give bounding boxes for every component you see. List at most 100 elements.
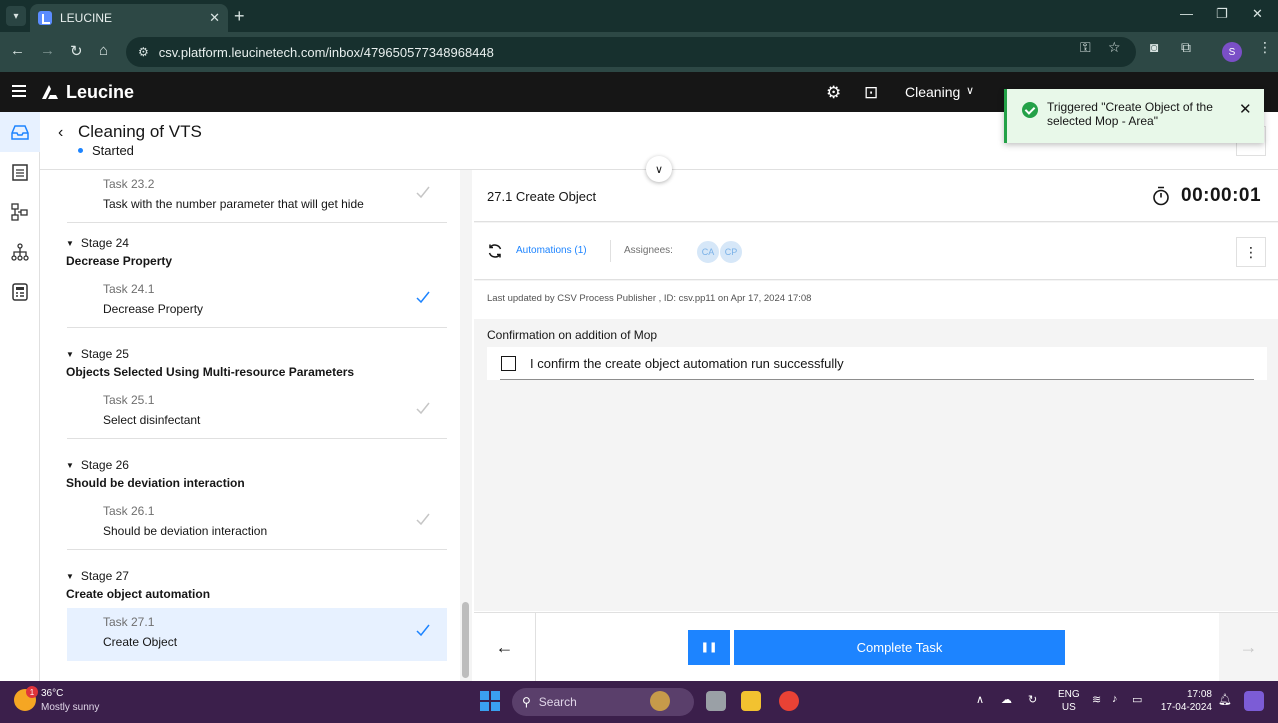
region-code: US xyxy=(1061,702,1076,713)
task-number: Task 24.1 xyxy=(103,282,155,296)
system-clock[interactable]: 17:08 17-04-2024 xyxy=(1160,688,1212,714)
task-list-scrollbar[interactable] xyxy=(460,170,472,681)
windows-taskbar: 1 36°C Mostly sunny ⚲ Search ∧ ☁ ↻ ENG U… xyxy=(0,681,1278,723)
restore-icon[interactable]: ❐ xyxy=(1216,6,1228,22)
notification-bell-icon[interactable]: 🔔︎ xyxy=(1218,693,1232,706)
pause-task-button[interactable]: ❚❚ xyxy=(688,630,730,665)
task-name: Select disinfectant xyxy=(103,413,201,427)
minimize-icon[interactable]: — xyxy=(1180,6,1193,21)
task-complete-check-icon xyxy=(416,291,430,304)
tab-close-icon[interactable]: ✕ xyxy=(209,10,220,26)
reload-icon[interactable]: ↻ xyxy=(70,42,83,60)
scan-icon[interactable]: ⊡ xyxy=(864,83,878,103)
task-complete-check-icon xyxy=(416,402,430,415)
weather-temperature[interactable]: 36°C xyxy=(41,688,63,699)
browser-menu-icon[interactable]: ⋮ xyxy=(1258,39,1272,56)
task-complete-check-icon xyxy=(416,186,430,199)
stage-header[interactable]: ▼ Stage 25 Objects Selected Using Multi-r… xyxy=(66,347,354,379)
workflow-nav-icon[interactable] xyxy=(0,192,40,232)
stage-header[interactable]: ▼ Stage 24 Decrease Property xyxy=(66,236,172,268)
collapse-header-chevron-icon[interactable]: ∨ xyxy=(646,156,672,182)
copilot-icon[interactable] xyxy=(1244,691,1264,711)
file-explorer-icon[interactable] xyxy=(741,691,761,711)
stage-description: Objects Selected Using Multi-resource Pa… xyxy=(66,365,355,379)
taskbar-search-text: Search xyxy=(538,695,577,709)
new-tab-icon[interactable]: + xyxy=(234,6,245,27)
automation-sync-icon xyxy=(488,244,502,258)
assignees-label: Assignees: xyxy=(624,245,673,256)
hierarchy-nav-icon[interactable] xyxy=(0,232,40,272)
stage-collapse-triangle-icon[interactable]: ▼ xyxy=(66,239,74,248)
assignee-avatar[interactable]: CP xyxy=(719,240,743,264)
home-icon[interactable]: ⌂ xyxy=(99,42,108,59)
previous-task-arrow-icon[interactable]: ← xyxy=(474,613,536,681)
chrome-icon[interactable] xyxy=(779,691,799,711)
confirmation-checkbox-label[interactable]: I confirm the create object automation r… xyxy=(530,356,844,371)
toast-close-icon[interactable]: ✕ xyxy=(1239,100,1252,118)
task-detail-panel: 27.1 Create Object 00:00:01 Automations … xyxy=(474,170,1278,611)
job-status-text: Started xyxy=(92,143,134,158)
automations-link[interactable]: Automations (1) xyxy=(516,245,587,256)
task-row[interactable]: Task 26.1 Should be deviation interactio… xyxy=(67,497,447,550)
extensions-icon[interactable]: ⧉ xyxy=(1181,39,1191,56)
last-updated-text: Last updated by CSV Process Publisher , … xyxy=(487,293,812,304)
task-row[interactable]: Task 25.1 Select disinfectant xyxy=(67,386,447,439)
bookmark-star-icon[interactable]: ☆ xyxy=(1108,39,1121,56)
stage-task-list: Task 23.2 Task with the number parameter… xyxy=(40,170,460,681)
camera-extension-icon[interactable]: ◙ xyxy=(1150,39,1158,55)
hamburger-menu-icon[interactable] xyxy=(12,85,26,97)
windows-start-icon[interactable] xyxy=(480,691,500,711)
task-view-icon[interactable] xyxy=(706,691,726,711)
address-bar[interactable]: ⚙ csv.platform.leucinetech.com/inbox/479… xyxy=(126,37,1136,67)
scrollbar-thumb[interactable] xyxy=(462,602,469,678)
calculator-nav-icon[interactable] xyxy=(0,272,40,312)
success-check-icon xyxy=(1022,102,1038,118)
volume-icon[interactable]: ♪ xyxy=(1112,693,1118,705)
sync-icon[interactable]: ↻ xyxy=(1028,693,1037,706)
stage-header[interactable]: ▼ Stage 27 Create object automation xyxy=(66,569,210,601)
task-more-options-icon[interactable]: ⋮ xyxy=(1236,237,1266,267)
stage-description: Should be deviation interaction xyxy=(66,476,245,490)
next-task-arrow-icon[interactable]: → xyxy=(1219,613,1278,681)
stage-collapse-triangle-icon[interactable]: ▼ xyxy=(66,350,74,359)
stage-header[interactable]: ▼ Stage 26 Should be deviation interactio… xyxy=(66,458,245,490)
success-toast: Triggered "Create Object of the selected… xyxy=(1004,89,1264,143)
wifi-icon[interactable]: ≋ xyxy=(1092,693,1101,706)
chevron-down-icon[interactable]: ∨ xyxy=(966,84,974,97)
task-name: Decrease Property xyxy=(103,302,204,316)
task-row[interactable]: Task 24.1 Decrease Property xyxy=(67,275,447,328)
profile-avatar[interactable]: S xyxy=(1222,42,1242,62)
settings-gear-icon[interactable]: ⚙ xyxy=(826,83,841,103)
battery-icon[interactable]: ▭ xyxy=(1132,693,1142,706)
weather-description[interactable]: Mostly sunny xyxy=(41,702,99,713)
onedrive-cloud-icon[interactable]: ☁ xyxy=(1001,693,1012,706)
browser-tab[interactable]: LEUCINE ✕ xyxy=(30,4,228,32)
confirmation-checkbox-row[interactable]: I confirm the create object automation r… xyxy=(487,347,1267,380)
confirmation-checkbox[interactable] xyxy=(501,356,516,371)
window-close-icon[interactable]: ✕ xyxy=(1252,6,1263,22)
inbox-nav-icon[interactable] xyxy=(0,112,40,152)
task-timer: 00:00:01 xyxy=(1181,185,1262,206)
back-chevron-icon[interactable]: ‹ xyxy=(58,124,63,142)
stage-collapse-triangle-icon[interactable]: ▼ xyxy=(66,461,74,470)
facility-selector[interactable]: Cleaning xyxy=(905,84,960,100)
task-row-active[interactable]: Task 27.1 Create Object xyxy=(67,608,447,661)
show-hidden-icons-icon[interactable]: ∧ xyxy=(976,693,984,706)
address-url[interactable]: csv.platform.leucinetech.com/inbox/47965… xyxy=(159,45,494,60)
meta-divider xyxy=(610,240,611,262)
tab-search-icon[interactable]: ▾ xyxy=(6,6,26,26)
assignee-avatar[interactable]: CA xyxy=(696,240,720,264)
language-indicator[interactable]: ENG US xyxy=(1058,688,1080,714)
task-row[interactable]: Task 23.2 Task with the number parameter… xyxy=(67,170,447,223)
back-icon[interactable]: ← xyxy=(10,42,25,59)
site-info-icon[interactable]: ⚙ xyxy=(138,45,149,59)
checklist-nav-icon[interactable] xyxy=(0,152,40,192)
assignee-avatars[interactable]: CA CP xyxy=(696,240,743,264)
complete-task-button[interactable]: Complete Task xyxy=(734,630,1065,665)
task-number: Task 25.1 xyxy=(103,393,155,407)
status-dot-icon xyxy=(78,148,83,153)
search-highlight-icon[interactable] xyxy=(650,691,670,711)
password-key-icon[interactable]: ⚿ xyxy=(1080,39,1091,56)
forward-icon[interactable]: → xyxy=(40,42,55,59)
stage-collapse-triangle-icon[interactable]: ▼ xyxy=(66,572,74,581)
